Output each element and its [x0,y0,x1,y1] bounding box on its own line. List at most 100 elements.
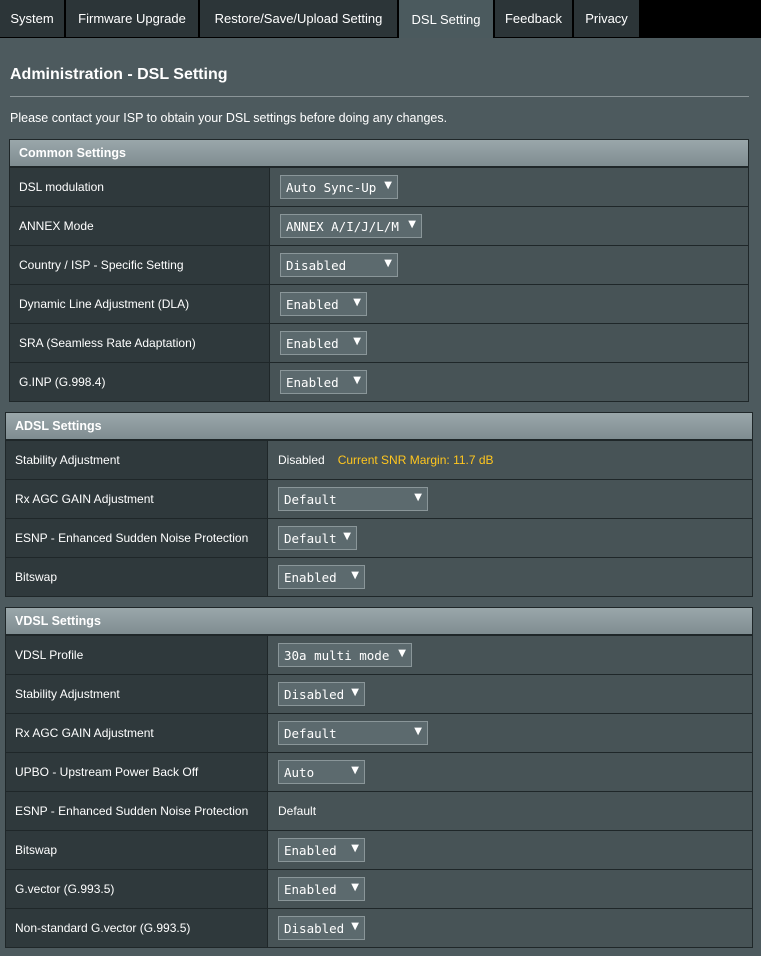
dsl-modulation-select[interactable]: Auto Sync-Up ▼ [280,175,398,199]
row-value: Disabled Current SNR Margin: 11.7 dB [267,441,752,479]
select-value: Enabled [284,842,337,858]
row-value: ANNEX A/I/J/L/M ▼ [269,207,748,245]
select-value: Default [284,530,337,546]
tab-system[interactable]: System [0,0,64,37]
chevron-down-icon: ▼ [351,921,359,932]
chevron-down-icon: ▼ [351,765,359,776]
vdsl-nonstd-gvector-select[interactable]: Disabled ▼ [278,916,365,940]
select-value: Disabled [286,257,347,273]
row-label: VDSL Profile [6,636,267,674]
chevron-down-icon: ▼ [353,297,361,308]
row-label: SRA (Seamless Rate Adaptation) [10,324,269,362]
adsl-bitswap-select[interactable]: Enabled ▼ [278,565,365,589]
select-value: Enabled [284,881,337,897]
adsl-row-rx-agc: Rx AGC GAIN Adjustment Default ▼ [6,479,752,518]
row-value: Disabled ▼ [269,246,748,284]
chevron-down-icon: ▼ [414,492,422,503]
tab-privacy[interactable]: Privacy [574,0,639,37]
row-value: Enabled ▼ [267,558,752,596]
tab-dsl-setting[interactable]: DSL Setting [399,0,493,38]
sra-select[interactable]: Enabled ▼ [280,331,367,355]
vdsl-bitswap-select[interactable]: Enabled ▼ [278,838,365,862]
row-label: Non-standard G.vector (G.993.5) [6,909,267,947]
vdsl-stability-select[interactable]: Disabled ▼ [278,682,365,706]
vdsl-row-bitswap: Bitswap Enabled ▼ [6,830,752,869]
row-value: Default ▼ [267,714,752,752]
vdsl-row-stability: Stability Adjustment Disabled ▼ [6,674,752,713]
row-label: Country / ISP - Specific Setting [10,246,269,284]
select-value: Disabled [284,920,345,936]
common-settings-header: Common Settings [10,140,748,167]
common-row-dsl-modulation: DSL modulation Auto Sync-Up ▼ [10,167,748,206]
chevron-down-icon: ▼ [353,336,361,347]
chevron-down-icon: ▼ [398,648,406,659]
row-label: Stability Adjustment [6,441,267,479]
row-value: Default ▼ [267,480,752,518]
row-value: Enabled ▼ [269,285,748,323]
adsl-rx-agc-select[interactable]: Default ▼ [278,487,428,511]
stability-value: Disabled [278,453,325,467]
select-value: Enabled [286,296,339,312]
vdsl-profile-select[interactable]: 30a multi mode ▼ [278,643,412,667]
row-label: G.vector (G.993.5) [6,870,267,908]
adsl-settings-header: ADSL Settings [6,413,752,440]
tab-restore-save-upload[interactable]: Restore/Save/Upload Setting [200,0,397,37]
vdsl-settings-table: VDSL Settings VDSL Profile 30a multi mod… [5,607,753,948]
vdsl-upbo-select[interactable]: Auto ▼ [278,760,365,784]
annex-mode-select[interactable]: ANNEX A/I/J/L/M ▼ [280,214,422,238]
vdsl-row-gvector: G.vector (G.993.5) Enabled ▼ [6,869,752,908]
select-value: Enabled [286,374,339,390]
chevron-down-icon: ▼ [351,843,359,854]
vdsl-row-nonstd-gvector: Non-standard G.vector (G.993.5) Disabled… [6,908,752,947]
row-value: 30a multi mode ▼ [267,636,752,674]
tab-firmware-upgrade[interactable]: Firmware Upgrade [66,0,198,37]
vdsl-row-upbo: UPBO - Upstream Power Back Off Auto ▼ [6,752,752,791]
row-label: DSL modulation [10,168,269,206]
row-label: Bitswap [6,831,267,869]
chevron-down-icon: ▼ [351,882,359,893]
select-value: 30a multi mode [284,647,390,663]
chevron-down-icon: ▼ [414,726,422,737]
row-label: Bitswap [6,558,267,596]
adsl-row-bitswap: Bitswap Enabled ▼ [6,557,752,596]
adsl-esnp-select[interactable]: Default ▼ [278,526,357,550]
vdsl-rx-agc-select[interactable]: Default ▼ [278,721,428,745]
chevron-down-icon: ▼ [408,219,416,230]
adsl-row-esnp: ESNP - Enhanced Sudden Noise Protection … [6,518,752,557]
chevron-down-icon: ▼ [384,180,392,191]
row-label: ESNP - Enhanced Sudden Noise Protection [6,519,267,557]
row-label: Rx AGC GAIN Adjustment [6,480,267,518]
chevron-down-icon: ▼ [351,570,359,581]
tab-feedback[interactable]: Feedback [495,0,572,37]
row-value: Disabled ▼ [267,909,752,947]
vdsl-gvector-select[interactable]: Enabled ▼ [278,877,365,901]
row-value: Auto Sync-Up ▼ [269,168,748,206]
common-settings-table: Common Settings DSL modulation Auto Sync… [9,139,749,402]
row-label: UPBO - Upstream Power Back Off [6,753,267,791]
ginp-select[interactable]: Enabled ▼ [280,370,367,394]
country-isp-select[interactable]: Disabled ▼ [280,253,398,277]
row-label: Stability Adjustment [6,675,267,713]
row-value: Default ▼ [267,519,752,557]
common-row-country-isp: Country / ISP - Specific Setting Disable… [10,245,748,284]
row-value: Disabled ▼ [267,675,752,713]
chevron-down-icon: ▼ [351,687,359,698]
row-value: Default [267,792,752,830]
row-label: ANNEX Mode [10,207,269,245]
page-title: Administration - DSL Setting [10,66,228,83]
row-value: Auto ▼ [267,753,752,791]
select-value: ANNEX A/I/J/L/M [286,218,399,234]
vdsl-settings-header: VDSL Settings [6,608,752,635]
select-value: Auto [284,764,315,780]
row-value: Enabled ▼ [269,324,748,362]
common-row-sra: SRA (Seamless Rate Adaptation) Enabled ▼ [10,323,748,362]
top-tab-bar: System Firmware Upgrade Restore/Save/Upl… [0,0,761,38]
row-label: ESNP - Enhanced Sudden Noise Protection [6,792,267,830]
select-value: Auto Sync-Up [286,179,377,195]
row-value: Enabled ▼ [267,831,752,869]
row-label: Rx AGC GAIN Adjustment [6,714,267,752]
dla-select[interactable]: Enabled ▼ [280,292,367,316]
row-value: Enabled ▼ [267,870,752,908]
select-value: Disabled [284,686,345,702]
common-row-ginp: G.INP (G.998.4) Enabled ▼ [10,362,748,401]
